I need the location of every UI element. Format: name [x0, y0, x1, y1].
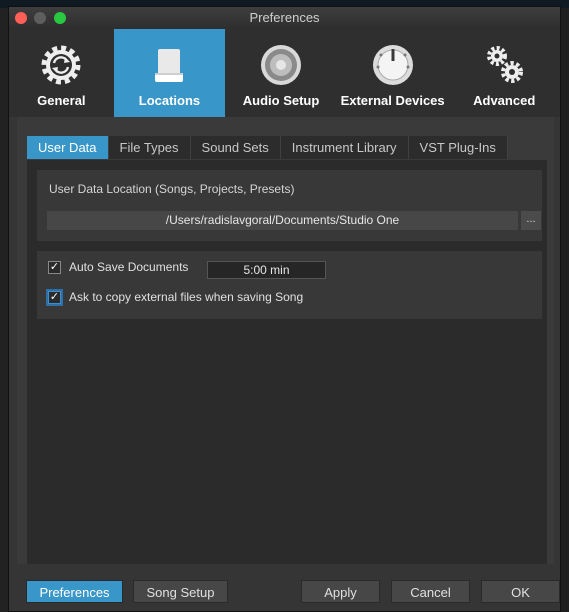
song-setup-button[interactable]: Song Setup: [133, 580, 228, 603]
toolbar-audio-setup[interactable]: Audio Setup: [225, 29, 337, 117]
toolbar-external-devices[interactable]: External Devices: [337, 29, 449, 117]
tab-vst-plug-ins[interactable]: VST Plug-Ins: [408, 136, 508, 159]
background-app-left: [0, 8, 8, 612]
toolbar-label: Locations: [138, 93, 201, 108]
tab-instrument-library[interactable]: Instrument Library: [280, 136, 409, 159]
tab-sound-sets[interactable]: Sound Sets: [190, 136, 281, 159]
auto-save-checkbox[interactable]: ✓: [48, 260, 61, 274]
locations-tabs: User Data File Types Sound Sets Instrume…: [27, 136, 508, 160]
title-bar: Preferences: [9, 7, 560, 30]
toolbar-label: Advanced: [473, 93, 536, 108]
preferences-panel: User Data File Types Sound Sets Instrume…: [17, 117, 554, 564]
user-data-location-label: User Data Location (Songs, Projects, Pre…: [49, 182, 295, 196]
ask-copy-label: Ask to copy external files when saving S…: [69, 290, 304, 304]
cancel-button[interactable]: Cancel: [391, 580, 470, 603]
speaker-icon: [261, 45, 302, 85]
knob-icon: [372, 45, 413, 85]
background-app-right: [561, 8, 569, 612]
toolbar-label: General: [37, 93, 86, 108]
preferences-button[interactable]: Preferences: [26, 580, 123, 603]
drive-icon: [155, 49, 184, 82]
browse-button[interactable]: ...: [521, 211, 541, 230]
preferences-window: Preferences General Locations Audio Setu…: [8, 6, 561, 612]
auto-save-interval-field[interactable]: 5:00 min: [207, 261, 326, 279]
preferences-toolbar: General Locations Audio Setup External D…: [9, 29, 560, 117]
tab-user-data[interactable]: User Data: [27, 136, 109, 159]
apply-button[interactable]: Apply: [301, 580, 380, 603]
tab-file-types[interactable]: File Types: [108, 136, 191, 159]
toolbar-advanced[interactable]: Advanced: [448, 29, 560, 117]
ask-copy-row: ✓ Ask to copy external files when saving…: [48, 290, 303, 304]
auto-save-label: Auto Save Documents: [69, 260, 189, 274]
user-data-location-group: User Data Location (Songs, Projects, Pre…: [37, 170, 542, 241]
window-title: Preferences: [249, 10, 320, 25]
ask-copy-checkbox[interactable]: ✓: [48, 290, 61, 304]
refresh-cog-icon: [41, 45, 81, 85]
toolbar-label: Audio Setup: [242, 93, 320, 108]
gears-icon: [487, 46, 524, 83]
user-data-path-field[interactable]: /Users/radislavgoral/Documents/Studio On…: [47, 211, 518, 230]
save-options-group: ✓ Auto Save Documents 5:00 min ✓ Ask to …: [37, 251, 542, 319]
ok-button[interactable]: OK: [481, 580, 560, 603]
user-data-content: User Data Location (Songs, Projects, Pre…: [27, 160, 547, 564]
toolbar-locations[interactable]: Locations: [113, 29, 226, 117]
auto-save-row: ✓ Auto Save Documents: [48, 260, 188, 274]
toolbar-label: External Devices: [340, 93, 445, 108]
toolbar-general[interactable]: General: [9, 29, 114, 117]
